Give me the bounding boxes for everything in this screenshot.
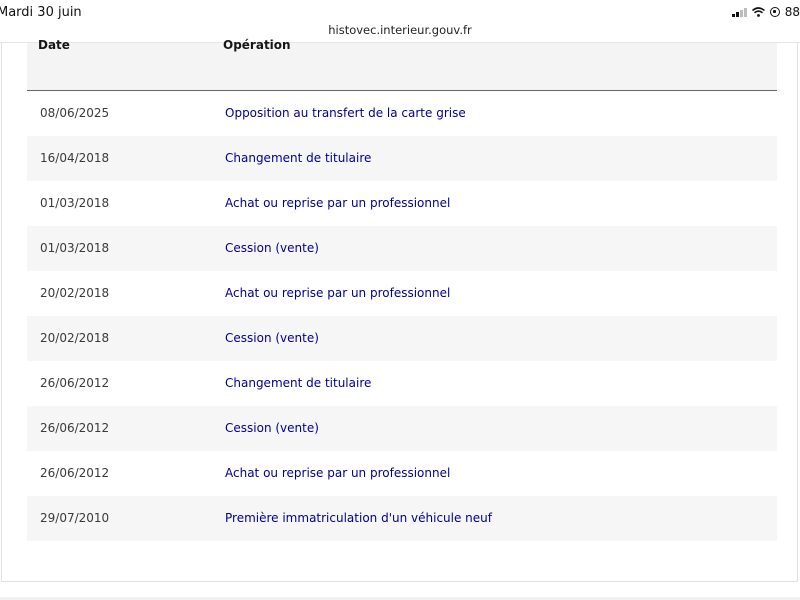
row-operation-link[interactable]: Cession (vente) bbox=[225, 421, 319, 435]
row-date: 26/06/2012 bbox=[40, 376, 110, 390]
table-row: 01/03/2018 Cession (vente) bbox=[27, 226, 777, 271]
row-operation-link[interactable]: Cession (vente) bbox=[225, 331, 319, 345]
row-date: 26/06/2012 bbox=[40, 421, 110, 435]
table-row: 08/06/2025 Opposition au transfert de la… bbox=[27, 91, 777, 136]
column-header-date: Date bbox=[38, 38, 70, 52]
row-date: 01/03/2018 bbox=[40, 241, 110, 255]
table-row: 16/04/2018 Changement de titulaire bbox=[27, 136, 777, 181]
orientation-lock-icon bbox=[769, 7, 780, 17]
row-operation-link[interactable]: Achat ou reprise par un professionnel bbox=[225, 196, 450, 210]
table-row: 26/06/2012 Achat ou reprise par un profe… bbox=[27, 451, 777, 496]
row-operation-link[interactable]: Changement de titulaire bbox=[225, 151, 371, 165]
address-bar-url[interactable]: histovec.interieur.gouv.fr bbox=[0, 23, 800, 37]
table-body: 08/06/2025 Opposition au transfert de la… bbox=[27, 91, 777, 541]
row-operation-link[interactable]: Opposition au transfert de la carte gris… bbox=[225, 106, 466, 120]
battery-level: 88 bbox=[784, 5, 800, 19]
column-header-operation: Opération bbox=[223, 38, 291, 52]
status-icons: 88 bbox=[731, 5, 800, 19]
row-date: 26/06/2012 bbox=[40, 466, 110, 480]
table-row: 01/03/2018 Achat ou reprise par un profe… bbox=[27, 181, 777, 226]
row-operation-link[interactable]: Cession (vente) bbox=[225, 241, 319, 255]
row-date: 29/07/2010 bbox=[40, 511, 110, 525]
cellular-signal-icon bbox=[731, 7, 747, 17]
table-row: 20/02/2018 Achat ou reprise par un profe… bbox=[27, 271, 777, 316]
wifi-icon bbox=[751, 7, 765, 17]
table-row: 20/02/2018 Cession (vente) bbox=[27, 316, 777, 361]
row-date: 20/02/2018 bbox=[40, 331, 110, 345]
row-operation-link[interactable]: Première immatriculation d'un véhicule n… bbox=[225, 511, 492, 525]
table-row: 26/06/2012 Changement de titulaire bbox=[27, 361, 777, 406]
table-row: 29/07/2010 Première immatriculation d'un… bbox=[27, 496, 777, 541]
table-row: 26/06/2012 Cession (vente) bbox=[27, 406, 777, 451]
row-date: 20/02/2018 bbox=[40, 286, 110, 300]
status-bar: Mardi 30 juin histovec.interieur.gouv.fr… bbox=[0, 0, 800, 43]
status-time: Mardi 30 juin bbox=[0, 5, 82, 20]
row-operation-link[interactable]: Changement de titulaire bbox=[225, 376, 371, 390]
row-date: 01/03/2018 bbox=[40, 196, 110, 210]
history-card: 08/06/2025 Opposition au transfert de la… bbox=[1, 20, 798, 582]
row-operation-link[interactable]: Achat ou reprise par un professionnel bbox=[225, 466, 450, 480]
row-date: 08/06/2025 bbox=[40, 106, 110, 120]
row-date: 16/04/2018 bbox=[40, 151, 110, 165]
row-operation-link[interactable]: Achat ou reprise par un professionnel bbox=[225, 286, 450, 300]
